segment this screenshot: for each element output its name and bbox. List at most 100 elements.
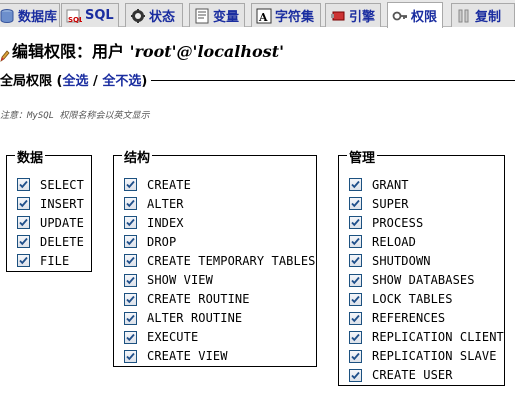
privilege-item: REPLICATION CLIENT	[349, 328, 504, 347]
privilege-item: ALTER	[124, 194, 315, 213]
svg-text:SQL: SQL	[68, 16, 82, 24]
privilege-checkbox[interactable]	[349, 254, 362, 268]
privilege-checkbox[interactable]	[124, 254, 137, 268]
check-icon	[351, 314, 360, 322]
privilege-checkbox[interactable]	[17, 235, 30, 249]
privilege-checkbox[interactable]	[124, 349, 137, 363]
privilege-checkbox[interactable]	[349, 330, 362, 344]
privileges-icon	[392, 8, 408, 24]
check-icon	[19, 238, 28, 246]
privilege-label: UPDATE	[40, 215, 84, 230]
privilege-checkbox[interactable]	[124, 273, 137, 287]
global-privileges-heading: 全局权限 (全选 / 全不选)	[0, 70, 515, 90]
check-icon	[126, 238, 135, 246]
privilege-checkbox[interactable]	[349, 273, 362, 287]
privilege-label: SHOW VIEW	[147, 273, 213, 288]
privilege-label: CREATE USER	[372, 368, 453, 383]
fieldset-legend-structure: 结构	[122, 147, 153, 166]
privilege-item: CREATE	[124, 175, 315, 194]
privilege-item: INDEX	[124, 213, 315, 232]
privilege-label: CREATE	[147, 177, 191, 192]
tab-status[interactable]: 状态	[125, 3, 183, 27]
privilege-checkbox[interactable]	[349, 311, 362, 325]
privilege-label: ALTER	[147, 196, 184, 211]
database-icon	[0, 8, 15, 24]
fieldset-legend-data: 数据	[15, 147, 46, 166]
privilege-checkbox[interactable]	[17, 178, 30, 192]
check-icon	[19, 180, 28, 189]
check-icon	[126, 200, 135, 208]
privilege-item: SUPER	[349, 194, 504, 213]
privilege-checkbox[interactable]	[124, 197, 137, 211]
privilege-item: SHOW DATABASES	[349, 270, 504, 289]
charset-icon: A	[256, 8, 272, 24]
svg-text:A: A	[258, 11, 268, 24]
privilege-label: PROCESS	[372, 215, 424, 230]
privilege-label: SUPER	[372, 196, 409, 211]
tab-sql[interactable]: SQL SQL	[61, 3, 119, 27]
privilege-checkbox[interactable]	[349, 235, 362, 249]
tab-label: 引擎	[349, 10, 376, 25]
privilege-item: GRANT	[349, 175, 504, 194]
sql-icon: SQL	[66, 8, 82, 24]
check-icon	[351, 200, 360, 208]
privilege-checkbox[interactable]	[349, 368, 362, 382]
privilege-checkbox[interactable]	[124, 235, 137, 249]
privilege-checkbox[interactable]	[349, 178, 362, 192]
tab-privileges[interactable]: 权限	[387, 2, 443, 28]
tab-charset[interactable]: A 字符集	[251, 3, 321, 27]
status-icon	[130, 8, 146, 24]
paren-close: )	[141, 74, 148, 89]
paren-open: (	[52, 74, 63, 89]
select-all-link[interactable]: 全选	[62, 74, 88, 89]
privilege-label: SELECT	[40, 177, 84, 192]
check-icon	[126, 180, 135, 189]
privilege-checkbox[interactable]	[124, 292, 137, 306]
privilege-item: RELOAD	[349, 232, 504, 251]
title-prefix: 编辑权限：用户	[12, 42, 130, 61]
privilege-checkbox[interactable]	[17, 254, 30, 268]
deselect-all-link[interactable]: 全不选	[102, 74, 141, 89]
privilege-item: CREATE USER	[349, 366, 504, 385]
privilege-checkbox[interactable]	[124, 311, 137, 325]
privilege-item: ALTER ROUTINE	[124, 309, 315, 328]
privilege-label: INSERT	[40, 196, 84, 211]
check-icon	[351, 295, 360, 303]
privilege-item: DROP	[124, 232, 315, 251]
privilege-label: REFERENCES	[372, 311, 446, 326]
privilege-checkbox[interactable]	[349, 216, 362, 230]
privilege-checkbox[interactable]	[349, 292, 362, 306]
check-icon	[19, 200, 28, 208]
privilege-checkbox[interactable]	[124, 330, 137, 344]
check-icon	[126, 276, 135, 284]
privilege-item: INSERT	[17, 194, 84, 213]
privilege-checkbox[interactable]	[349, 349, 362, 363]
tab-label: 变量	[213, 10, 240, 25]
tab-variables[interactable]: 变量	[189, 3, 245, 27]
privilege-checkbox[interactable]	[124, 216, 137, 230]
privilege-label: REPLICATION SLAVE	[372, 349, 497, 364]
privilege-checkbox[interactable]	[17, 216, 30, 230]
check-icon	[351, 180, 360, 189]
privilege-list-data: SELECT INSERT UPDATE DELETE FILE	[17, 175, 84, 270]
check-icon	[351, 352, 360, 361]
tab-replication[interactable]: 复制	[451, 3, 515, 27]
privilege-item: EXECUTE	[124, 328, 315, 347]
tab-engines[interactable]: 引擎	[325, 3, 381, 27]
privilege-label: LOCK TABLES	[372, 292, 453, 307]
tab-databases[interactable]: 数据库	[0, 3, 60, 27]
check-icon	[19, 219, 28, 227]
check-icon	[126, 352, 135, 361]
privilege-label: SHOW DATABASES	[372, 273, 475, 288]
privilege-checkbox[interactable]	[17, 197, 30, 211]
link-separator: /	[88, 74, 103, 89]
check-icon	[351, 238, 360, 246]
privilege-checkbox[interactable]	[124, 178, 137, 192]
privilege-item: LOCK TABLES	[349, 290, 504, 309]
privilege-item: SELECT	[17, 175, 84, 194]
page-title: 编辑权限：用户 'root'@'localhost'	[0, 38, 284, 62]
tab-label: 字符集	[275, 10, 315, 25]
check-icon	[351, 276, 360, 284]
privilege-label: CREATE VIEW	[147, 349, 228, 364]
privilege-checkbox[interactable]	[349, 197, 362, 211]
